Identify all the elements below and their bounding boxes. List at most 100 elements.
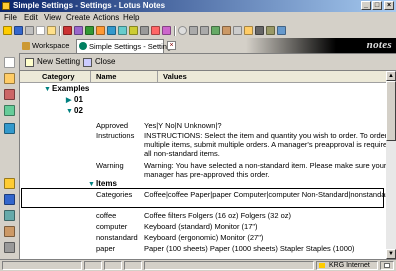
status-location[interactable]: KRG Internet xyxy=(316,261,378,270)
twisty-expanded-icon[interactable]: ▼ xyxy=(44,85,52,95)
setting-value: INSTRUCTIONS: Select the item and quanti… xyxy=(144,131,386,158)
menu-create[interactable]: Create xyxy=(66,12,90,24)
tab-simple-settings[interactable]: Simple Settings - Settings xyxy=(76,39,175,53)
number-list-icon[interactable] xyxy=(118,26,127,35)
bookmark-address-book-icon[interactable] xyxy=(4,89,15,100)
properties-icon[interactable] xyxy=(266,26,275,35)
bookmark-databases-icon[interactable] xyxy=(4,194,15,205)
copy-icon[interactable] xyxy=(36,26,45,35)
setting-name: computer xyxy=(96,222,128,231)
dot-icon[interactable] xyxy=(178,26,187,35)
column-header-values[interactable]: Values xyxy=(163,71,187,82)
tab-active-label: Simple Settings - Settings xyxy=(89,42,175,51)
setting-name: Approved xyxy=(96,121,129,130)
menu-bar: File Edit View Create Actions Help xyxy=(0,12,396,24)
column-divider[interactable] xyxy=(157,71,158,82)
setting-value: Coffee|coffee Paper|paper Computer|compu… xyxy=(144,190,386,199)
tab-workspace[interactable]: Workspace xyxy=(20,40,72,52)
settings-view: Category Name Values ▼Examples ▶ 01 ▼02 A… xyxy=(20,71,386,259)
scroll-up-icon[interactable]: ▲ xyxy=(386,71,396,81)
twisty-collapsed-icon[interactable]: ▶ xyxy=(66,96,74,106)
font-color-icon[interactable] xyxy=(96,26,105,35)
spacing-icon[interactable] xyxy=(162,26,171,35)
status-font-area[interactable] xyxy=(84,261,102,270)
close-label: Close xyxy=(95,57,116,66)
setting-value: Warning: You have selected a non-standar… xyxy=(144,161,386,179)
category-examples[interactable]: ▼Examples xyxy=(44,84,89,95)
refresh-icon[interactable] xyxy=(211,26,220,35)
toolbar-separator xyxy=(59,26,61,36)
status-mail-area[interactable] xyxy=(380,261,394,270)
setting-name: paper xyxy=(96,244,116,253)
bookmark-favorites-icon[interactable] xyxy=(4,178,15,189)
bookmark-more-icon[interactable] xyxy=(4,210,15,221)
setting-name: Instructions xyxy=(96,131,135,140)
bold-icon[interactable] xyxy=(63,26,72,35)
status-size-area[interactable] xyxy=(104,261,122,270)
bookmark-web-icon[interactable] xyxy=(4,123,15,134)
arrow-left-icon[interactable] xyxy=(189,26,198,35)
bullet-list-icon[interactable] xyxy=(107,26,116,35)
scroll-down-icon[interactable]: ▼ xyxy=(386,249,396,259)
align-icon[interactable] xyxy=(151,26,160,35)
setting-value: Coffee filters Folgers (16 oz) Folgers (… xyxy=(144,211,292,220)
status-style-area[interactable] xyxy=(124,261,142,270)
column-header-name[interactable]: Name xyxy=(96,71,116,82)
close-icon[interactable]: × xyxy=(384,1,394,10)
setting-name: Warning xyxy=(96,161,124,170)
twisty-expanded-icon[interactable]: ▼ xyxy=(66,107,74,117)
lightbulb-icon[interactable] xyxy=(3,26,12,35)
subcategory-02[interactable]: ▼02 xyxy=(66,106,83,117)
workspace-icon xyxy=(22,42,30,50)
underline-icon[interactable] xyxy=(85,26,94,35)
bookmark-replicator-icon[interactable] xyxy=(4,226,15,237)
indent-icon[interactable] xyxy=(129,26,138,35)
menu-help[interactable]: Help xyxy=(123,12,139,24)
menu-file[interactable]: File xyxy=(4,12,17,24)
menu-actions[interactable]: Actions xyxy=(93,12,119,24)
column-divider[interactable] xyxy=(90,71,91,82)
window-icon[interactable] xyxy=(255,26,264,35)
bookmark-mail-icon[interactable] xyxy=(4,57,15,68)
setting-name: nonstandard xyxy=(96,233,138,242)
minimize-icon[interactable]: _ xyxy=(361,1,371,10)
cut-icon[interactable] xyxy=(25,26,34,35)
setting-name: coffee xyxy=(96,211,117,220)
close-tab-icon[interactable]: × xyxy=(167,41,176,50)
bookmark-bar xyxy=(0,53,20,259)
bookmark-todo-icon[interactable] xyxy=(4,105,15,116)
lotus-notes-app-icon[interactable] xyxy=(2,2,10,10)
setting-value: Keyboard (standard) Monitor (17") xyxy=(144,222,258,231)
help-icon[interactable] xyxy=(277,26,286,35)
outdent-icon[interactable] xyxy=(140,26,149,35)
column-header-category[interactable]: Category xyxy=(42,71,75,82)
close-button[interactable]: Close xyxy=(82,56,115,68)
subcategory-01[interactable]: ▶ 01 xyxy=(66,95,83,106)
new-setting-button[interactable]: New Setting xyxy=(24,56,80,68)
new-setting-label: New Setting xyxy=(37,57,81,66)
database-icon xyxy=(79,42,87,50)
menu-edit[interactable]: Edit xyxy=(24,12,38,24)
window-title: Simple Settings - Settings - Lotus Notes xyxy=(13,1,166,10)
status-message-area xyxy=(2,261,82,270)
scroll-thumb[interactable] xyxy=(386,81,396,141)
italic-icon[interactable] xyxy=(74,26,83,35)
vertical-scrollbar[interactable]: ▲ ▼ xyxy=(386,71,396,259)
search-icon[interactable] xyxy=(233,26,242,35)
bookmark-calendar-icon[interactable] xyxy=(4,73,15,84)
print-icon[interactable] xyxy=(222,26,231,35)
setting-name: Categories xyxy=(96,190,133,199)
subcategory-01-label: 01 xyxy=(74,95,83,104)
setting-value: Yes|Y No|N Unknown|? xyxy=(144,121,222,130)
notes-logo: notes xyxy=(366,39,392,51)
subcategory-items-label: Items xyxy=(96,179,117,188)
paste-icon[interactable] xyxy=(47,26,56,35)
title-bar: Simple Settings - Settings - Lotus Notes… xyxy=(0,0,396,12)
folder-icon[interactable] xyxy=(244,26,253,35)
maximize-icon[interactable]: □ xyxy=(372,1,382,10)
status-bar: KRG Internet xyxy=(0,259,396,271)
arrow-right-icon[interactable] xyxy=(200,26,209,35)
menu-view[interactable]: View xyxy=(44,12,61,24)
save-icon[interactable] xyxy=(14,26,23,35)
bookmark-history-icon[interactable] xyxy=(4,242,15,253)
